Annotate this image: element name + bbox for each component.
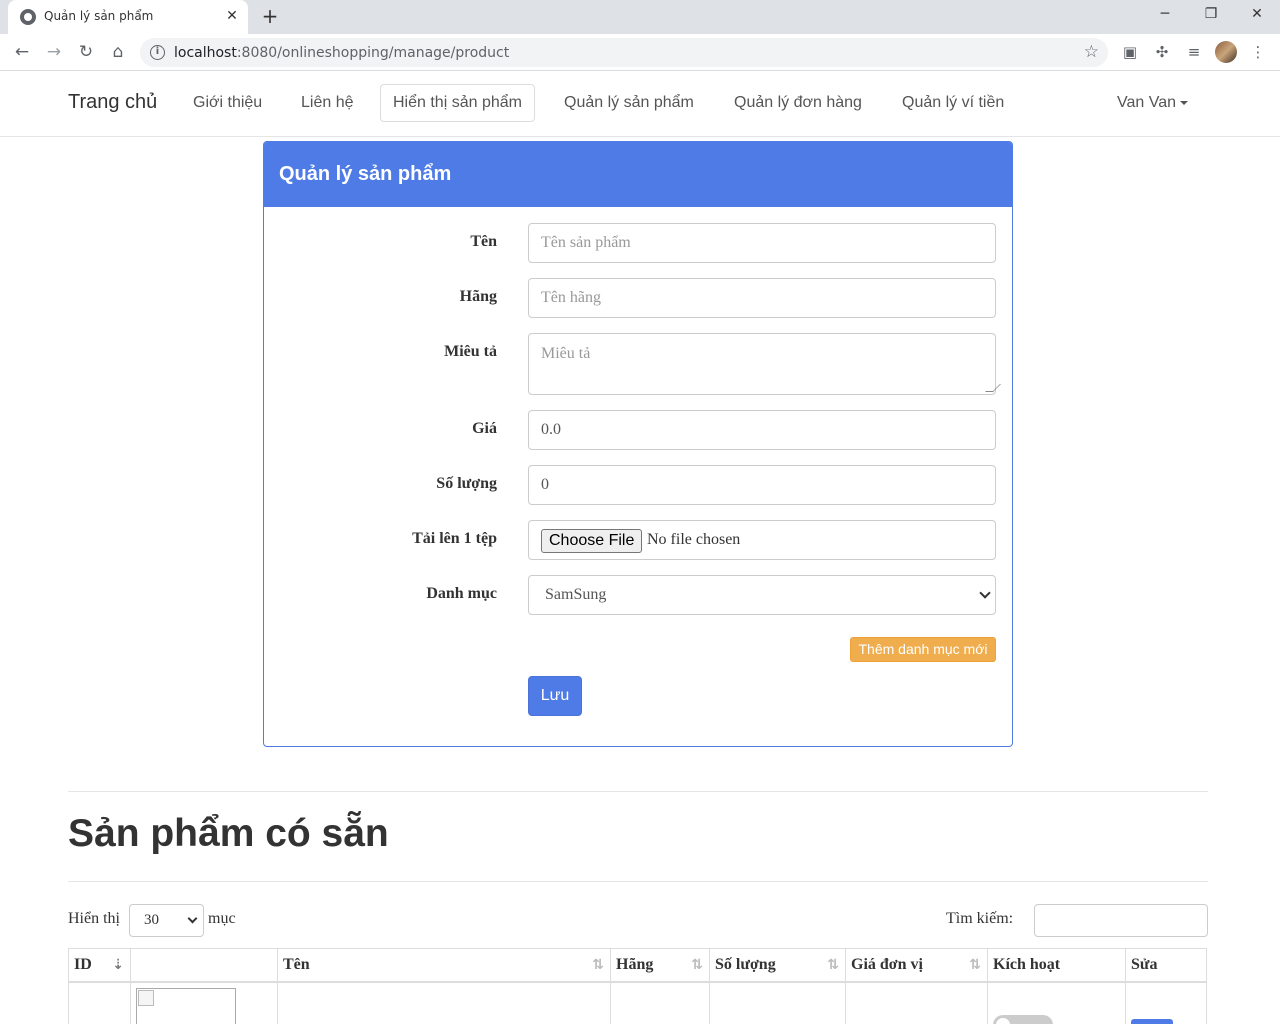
category-select[interactable]: SamSung (528, 575, 996, 615)
divider (68, 791, 1208, 792)
price-label: Giá (472, 420, 497, 437)
sort-icon: ⇅ (691, 957, 703, 973)
panel-title: Quản lý sản phẩm (279, 163, 452, 185)
nav-link-show-products[interactable]: Hiển thị sản phẩm (380, 84, 535, 122)
tab-title: Quản lý sản phẩm (44, 9, 154, 23)
restore-icon[interactable]: ❐ (1188, 0, 1234, 30)
resize-grip-icon[interactable] (985, 384, 1001, 392)
table-cell (278, 983, 611, 1024)
sort-descending-icon: ⇣ (112, 957, 124, 973)
menu-kebab-icon[interactable]: ⋮ (1246, 40, 1270, 64)
column-header-id[interactable]: ID ⇣ (69, 948, 131, 983)
name-input[interactable]: Tên sản phẩm (528, 223, 996, 263)
forward-icon[interactable]: → (41, 39, 67, 65)
table-cell (69, 983, 131, 1024)
browser-tab-strip: Quản lý sản phẩm ✕ + ─ ❐ ✕ (0, 0, 1280, 34)
description-label: Miêu tả (444, 343, 497, 360)
chevron-down-icon (979, 587, 991, 599)
column-header-edit: Sửa (1126, 948, 1207, 983)
file-upload-label: Tải lên 1 tệp (412, 530, 497, 547)
bookmark-star-icon[interactable]: ☆ (1084, 42, 1099, 62)
user-dropdown[interactable]: Van Van (1117, 94, 1189, 112)
column-header-brand[interactable]: Hãng ⇅ (611, 948, 710, 983)
home-icon[interactable]: ⌂ (105, 39, 131, 65)
close-tab-icon[interactable]: ✕ (222, 6, 242, 26)
sort-icon: ⇅ (592, 957, 604, 973)
name-label: Tên (470, 233, 497, 250)
nav-link-manage-products[interactable]: Quản lý sản phẩm (564, 94, 694, 112)
nav-link-manage-orders[interactable]: Quản lý đơn hàng (734, 94, 862, 112)
save-button[interactable]: Lưu (528, 676, 582, 716)
caret-down-icon (1180, 100, 1189, 105)
choose-file-button[interactable]: Choose File (541, 529, 643, 553)
table-search-input[interactable] (1034, 904, 1208, 937)
search-label: Tìm kiếm: (946, 910, 1014, 927)
page-length-select[interactable]: 30 (129, 904, 204, 937)
table-cell (846, 983, 988, 1024)
description-textarea[interactable]: Miêu tả (528, 333, 1001, 395)
column-header-image (131, 948, 278, 983)
active-toggle[interactable] (993, 1015, 1053, 1024)
column-header-active: Kích hoạt (988, 948, 1126, 983)
close-window-icon[interactable]: ✕ (1234, 0, 1280, 30)
chevron-down-icon (187, 913, 198, 924)
page-length-value: 30 (144, 912, 159, 928)
listing-title: Sản phẩm có sẵn (68, 812, 389, 855)
divider (68, 881, 1208, 882)
quantity-input[interactable]: 0 (528, 465, 996, 505)
sort-icon: ⇅ (969, 957, 981, 973)
browser-tab[interactable]: Quản lý sản phẩm ✕ (8, 0, 248, 34)
address-bar[interactable]: i localhost:8080/onlineshopping/manage/p… (140, 38, 1108, 67)
media-control-icon[interactable]: ≡ (1182, 40, 1206, 64)
table-cell (131, 983, 278, 1024)
product-form-panel: Quản lý sản phẩm Tên Tên sản phẩm Hãng T… (263, 141, 1013, 747)
add-category-button[interactable]: Thêm danh mục mới (850, 637, 996, 662)
edit-button[interactable] (1131, 1019, 1173, 1024)
table-cell (611, 983, 710, 1024)
price-input[interactable]: 0.0 (528, 410, 996, 450)
category-label: Danh mục (426, 585, 497, 602)
profile-avatar[interactable] (1215, 41, 1237, 63)
sort-icon: ⇅ (827, 957, 839, 973)
panel-heading: Quản lý sản phẩm (264, 142, 1012, 207)
browser-toolbar: ← → ↻ ⌂ i localhost:8080/onlineshopping/… (0, 34, 1280, 71)
entries-label: mục (208, 910, 236, 927)
product-image (136, 988, 236, 1024)
reload-icon[interactable]: ↻ (73, 39, 99, 65)
column-header-name[interactable]: Tên ⇅ (278, 948, 611, 983)
brand-label: Hãng (459, 288, 497, 305)
nav-link-about[interactable]: Giới thiệu (193, 94, 262, 112)
url-text[interactable]: localhost:8080/onlineshopping/manage/pro… (174, 45, 509, 61)
user-name: Van Van (1117, 94, 1177, 111)
category-selected-value: SamSung (545, 586, 607, 603)
table-cell (710, 983, 846, 1024)
description-placeholder: Miêu tả (541, 345, 591, 362)
products-table: ID ⇣ Tên ⇅ Hãng ⇅ Số lượng ⇅ Giá đơn vị … (68, 948, 1207, 1024)
new-tab-icon[interactable]: + (258, 5, 282, 29)
nav-link-contact[interactable]: Liên hệ (301, 94, 354, 112)
table-cell (988, 983, 1126, 1024)
quantity-label: Số lượng (436, 475, 497, 492)
brand-input[interactable]: Tên hãng (528, 278, 996, 318)
globe-icon (20, 9, 36, 25)
file-status: No file chosen (647, 531, 741, 548)
column-header-unit-price[interactable]: Giá đơn vị ⇅ (846, 948, 988, 983)
site-info-icon[interactable]: i (150, 45, 165, 60)
show-label: Hiển thị (68, 910, 120, 927)
site-navbar: Trang chủ Giới thiệu Liên hệ Hiển thị sả… (0, 71, 1280, 137)
file-upload-field: Choose File No file chosen (528, 520, 996, 560)
column-header-quantity[interactable]: Số lượng ⇅ (710, 948, 846, 983)
nav-brand[interactable]: Trang chủ (68, 91, 157, 114)
nav-link-manage-wallet[interactable]: Quản lý ví tiền (902, 94, 1004, 112)
back-icon[interactable]: ← (9, 39, 35, 65)
minimize-icon[interactable]: ─ (1142, 0, 1188, 30)
extensions-icon[interactable]: ✣ (1150, 40, 1174, 64)
table-cell (1126, 983, 1207, 1024)
picture-in-picture-icon[interactable]: ▣ (1118, 40, 1142, 64)
